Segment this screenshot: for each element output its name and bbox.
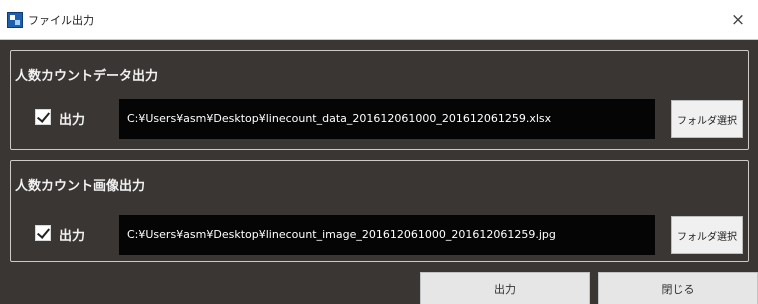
data-output-group-title: 人数カウントデータ出力 bbox=[15, 69, 159, 84]
image-output-path-field[interactable] bbox=[119, 215, 655, 255]
data-output-label: 出力 bbox=[59, 113, 86, 128]
data-folder-select-button[interactable]: フォルダ選択 bbox=[671, 100, 743, 138]
window-title: ファイル出力 bbox=[28, 14, 94, 27]
close-button[interactable]: 閉じる bbox=[598, 272, 758, 304]
data-output-group: 人数カウントデータ出力 出力 フォルダ選択 bbox=[10, 50, 749, 150]
image-output-group-title: 人数カウント画像出力 bbox=[15, 179, 146, 194]
title-bar: ファイル出力 × bbox=[0, 0, 758, 40]
data-output-checkbox[interactable] bbox=[35, 109, 51, 125]
image-output-label: 出力 bbox=[59, 229, 86, 244]
output-button[interactable]: 出力 bbox=[420, 272, 590, 304]
close-icon[interactable]: × bbox=[726, 8, 750, 32]
image-output-checkbox[interactable] bbox=[35, 225, 51, 241]
data-output-path-field[interactable] bbox=[119, 99, 655, 139]
app-icon bbox=[7, 12, 23, 28]
image-output-group: 人数カウント画像出力 出力 フォルダ選択 bbox=[10, 160, 749, 262]
image-folder-select-button[interactable]: フォルダ選択 bbox=[671, 216, 743, 254]
